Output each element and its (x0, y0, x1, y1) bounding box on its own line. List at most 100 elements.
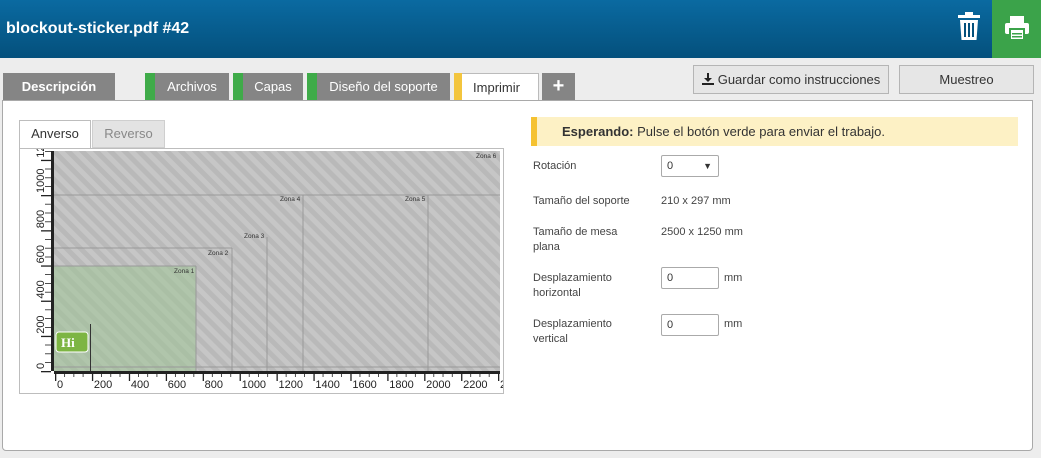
svg-text:Hi: Hi (61, 335, 75, 350)
page-title: blockout-sticker.pdf #42 (6, 20, 190, 37)
app-header: blockout-sticker.pdf #42 (0, 0, 1041, 58)
x-tick (211, 371, 213, 377)
rotation-select[interactable]: 0 ▼ (661, 155, 719, 177)
x-tick (470, 371, 472, 377)
tab-front-side[interactable]: Anverso (19, 120, 91, 149)
y-tick (41, 265, 51, 267)
x-tick (359, 371, 361, 377)
y-tick-label: 1200 (35, 149, 47, 158)
y-tick (41, 371, 51, 373)
x-tick (433, 371, 435, 377)
table-size-label: Tamaño de mesa plana (533, 225, 617, 255)
table-size-label-line-1: Tamaño de mesa (533, 226, 618, 238)
x-tick (304, 371, 305, 377)
table-size-label-line-2: plana (533, 241, 560, 253)
y-tick (45, 274, 51, 275)
x-tick (414, 371, 416, 377)
y-tick-label: 600 (35, 245, 47, 263)
tab-back-side[interactable]: Reverso (92, 120, 165, 148)
y-tick-label: 0 (35, 363, 47, 369)
tab-layers[interactable]: Capas (233, 73, 303, 101)
y-tick (45, 309, 51, 311)
x-tick-label: 1000 (242, 379, 266, 391)
y-tick (41, 335, 51, 338)
x-tick (331, 371, 333, 377)
x-tick (322, 371, 324, 377)
x-tick-label: 800 (205, 379, 223, 391)
x-tick (156, 371, 158, 377)
x-tick-label: 600 (168, 379, 186, 391)
delete-button[interactable] (956, 12, 982, 42)
horizontal-offset-label-line-2: horizontal (533, 287, 581, 299)
x-tick (119, 371, 121, 377)
zone-label: Zona 5 (405, 196, 426, 203)
y-tick-label: 800 (35, 210, 47, 228)
tab-files-label: Archivos (167, 79, 217, 94)
media-preview[interactable]: Zona 1 Zona 2 Zona 3 Zona 4 Zona 5 Zona … (19, 148, 504, 394)
sample-button[interactable]: Muestreo (899, 65, 1034, 94)
x-tick (405, 371, 407, 377)
zone-label: Zona 3 (244, 233, 265, 240)
status-text: Pulse el botón verde para enviar el trab… (633, 124, 886, 139)
y-tick (45, 344, 51, 346)
x-tick (285, 371, 287, 377)
zone-label: Zona 2 (208, 250, 229, 257)
y-tick (41, 300, 51, 302)
x-tick (147, 371, 149, 377)
x-tick (488, 371, 490, 377)
zone-label: Zona 6 (476, 153, 497, 160)
horizontal-offset-label-line-1: Desplazamiento (533, 272, 612, 284)
horizontal-offset-input[interactable] (661, 267, 719, 289)
hi-logo: Hi (55, 331, 89, 353)
add-tab-button[interactable]: + (542, 73, 575, 101)
tab-files[interactable]: Archivos (145, 73, 229, 101)
y-tick (41, 230, 51, 232)
tab-print-label: Imprimir (473, 80, 520, 95)
tab-description[interactable]: Descripción (3, 73, 115, 101)
print-button[interactable] (992, 0, 1041, 58)
x-tick (368, 371, 370, 377)
x-tick-label: 1400 (315, 379, 339, 391)
status-message: Esperando: Pulse el botón verde para env… (531, 117, 1018, 146)
x-tick (82, 371, 84, 377)
vertical-offset-unit: mm (724, 318, 743, 330)
tab-print[interactable]: Imprimir (454, 73, 539, 103)
x-tick (396, 371, 398, 377)
x-tick (110, 371, 112, 377)
trash-icon (958, 12, 980, 40)
media-size-value: 210 x 297 mm (661, 195, 731, 207)
x-tick (451, 371, 453, 377)
x-tick (248, 371, 250, 377)
y-tick (41, 195, 51, 197)
x-tick (341, 371, 342, 377)
x-tick-label: 200 (94, 379, 112, 391)
x-tick-label: 1200 (279, 379, 303, 391)
media-sheet (54, 266, 196, 371)
x-tick (174, 371, 176, 377)
y-tick-label: 400 (35, 280, 47, 298)
horizontal-offset-unit: mm (724, 272, 743, 284)
tab-media-layout-label: Diseño del soporte (329, 79, 438, 94)
y-tick (45, 353, 51, 355)
tab-media-layout[interactable]: Diseño del soporte (307, 73, 450, 101)
zone-label: Zona 4 (280, 196, 301, 203)
x-tick-label: 0 (57, 379, 63, 391)
x-tick (442, 371, 444, 377)
x-tick (258, 371, 259, 377)
x-tick (184, 371, 186, 377)
rotation-value: 0 (667, 160, 674, 172)
vertical-offset-label-line-2: vertical (533, 333, 568, 345)
table-size-value: 2500 x 1250 mm (661, 226, 743, 238)
download-icon (701, 73, 714, 85)
tab-layers-label: Capas (254, 79, 292, 94)
printer-icon (1005, 16, 1029, 41)
vertical-offset-label: Desplazamiento vertical (533, 317, 612, 347)
vertical-offset-input[interactable] (661, 314, 719, 336)
status-label: Esperando: (562, 124, 634, 139)
rotation-label: Rotación (533, 160, 577, 172)
save-as-instructions-button[interactable]: Guardar como instrucciones (693, 65, 889, 94)
table-layout-preview: Zona 1 Zona 2 Zona 3 Zona 4 Zona 5 Zona … (35, 149, 503, 391)
x-tick-label: 1800 (389, 379, 413, 391)
x-tick-label: 240 (500, 379, 503, 391)
x-tick (221, 371, 222, 377)
